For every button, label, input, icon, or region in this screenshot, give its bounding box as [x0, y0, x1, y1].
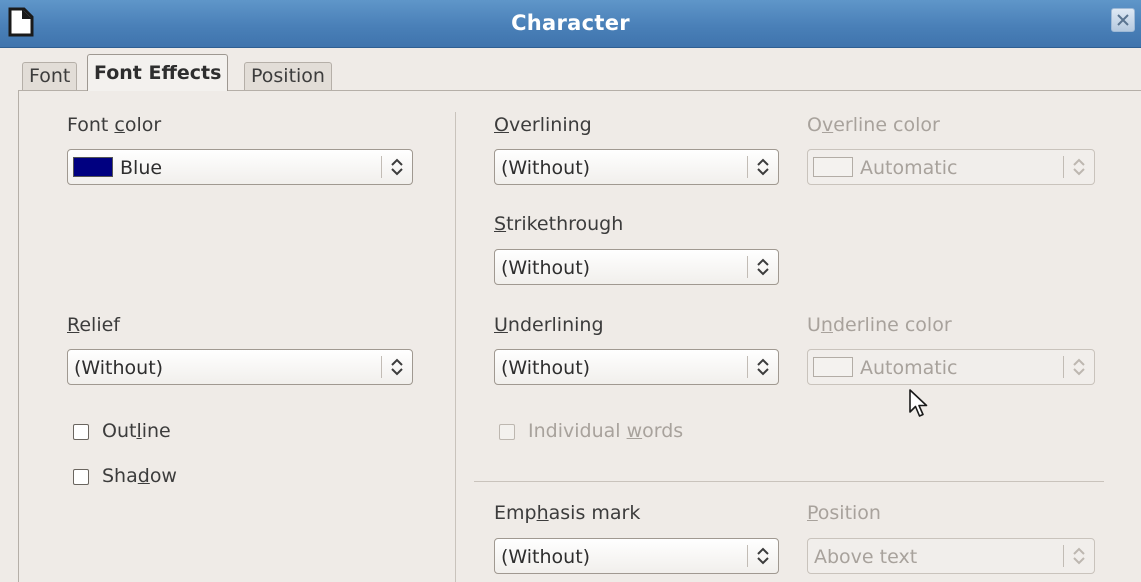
underline-color-dropdown[interactable]: Automatic: [807, 349, 1095, 385]
shadow-label[interactable]: Shadow: [102, 465, 177, 487]
outline-checkbox[interactable]: [73, 424, 89, 440]
overline-color-dropdown[interactable]: Automatic: [807, 149, 1095, 185]
spin-arrows-icon: [757, 158, 769, 176]
underlining-dropdown[interactable]: (Without): [494, 349, 779, 385]
color-swatch: [813, 157, 853, 177]
spin-arrows-icon: [391, 158, 403, 176]
tab-font-effects[interactable]: Font Effects: [87, 54, 229, 91]
spin-arrows-icon: [757, 547, 769, 565]
mouse-cursor-icon: [909, 389, 928, 417]
strikethrough-value: (Without): [501, 257, 591, 279]
spin-arrows-icon: [1073, 358, 1085, 376]
tab-position[interactable]: Position: [244, 62, 332, 90]
strikethrough-label: Strikethrough: [494, 213, 624, 235]
column-divider: [455, 112, 456, 582]
font-color-dropdown[interactable]: Blue: [67, 149, 413, 185]
window-title: Character: [511, 11, 630, 35]
emphasis-position-dropdown[interactable]: Above text: [807, 538, 1095, 574]
color-swatch: [813, 357, 853, 377]
emphasis-divider: [474, 481, 1104, 482]
tab-font[interactable]: Font: [22, 62, 78, 90]
overline-color-label: Overline color: [807, 114, 940, 136]
emphasis-position-label: Position: [807, 502, 881, 524]
relief-label: Relief: [67, 314, 120, 336]
emphasis-mark-dropdown[interactable]: (Without): [494, 538, 779, 574]
outline-label[interactable]: Outline: [102, 420, 171, 442]
individual-words-checkbox[interactable]: [499, 424, 515, 440]
strikethrough-dropdown[interactable]: (Without): [494, 249, 779, 285]
emphasis-mark-label: Emphasis mark: [494, 502, 641, 524]
underline-color-label: Underline color: [807, 314, 952, 336]
font-color-label: Font color: [67, 114, 162, 136]
overline-color-value: Automatic: [860, 157, 958, 179]
spin-arrows-icon: [757, 258, 769, 276]
spin-arrows-icon: [1073, 158, 1085, 176]
emphasis-position-value: Above text: [814, 546, 918, 568]
individual-words-label[interactable]: Individual words: [528, 420, 683, 442]
color-swatch: [73, 157, 113, 177]
spin-arrows-icon: [1073, 547, 1085, 565]
relief-value: (Without): [74, 357, 164, 379]
underlining-value: (Without): [501, 357, 591, 379]
overlining-label: Overlining: [494, 114, 592, 136]
title-bar[interactable]: Character: [0, 0, 1141, 48]
overlining-value: (Without): [501, 157, 591, 179]
shadow-checkbox[interactable]: [73, 469, 89, 485]
font-color-value: Blue: [120, 157, 163, 179]
underlining-label: Underlining: [494, 314, 604, 336]
overlining-dropdown[interactable]: (Without): [494, 149, 779, 185]
emphasis-mark-value: (Without): [501, 546, 591, 568]
spin-arrows-icon: [391, 358, 403, 376]
close-icon: [1117, 14, 1129, 26]
spin-arrows-icon: [757, 358, 769, 376]
relief-dropdown[interactable]: (Without): [67, 349, 413, 385]
underline-color-value: Automatic: [860, 357, 958, 379]
close-button[interactable]: [1111, 8, 1135, 32]
